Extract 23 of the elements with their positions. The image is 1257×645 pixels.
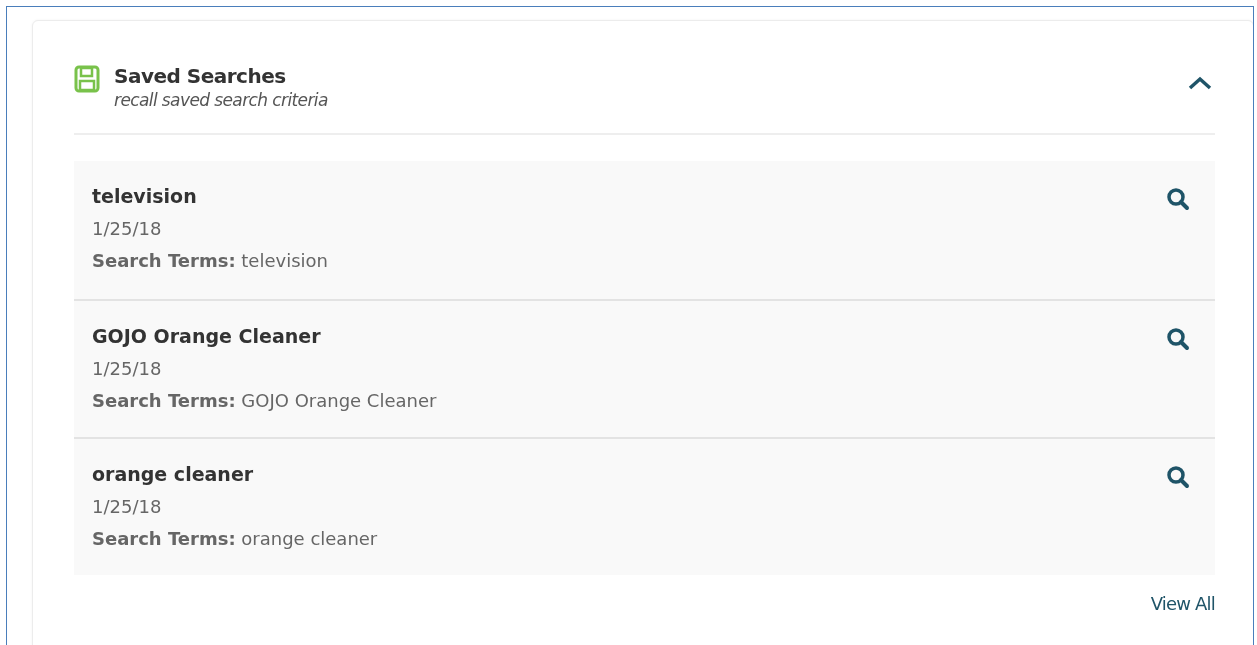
search-icon: [1166, 327, 1190, 351]
chevron-up-icon: [1187, 75, 1213, 91]
collapse-toggle[interactable]: [1187, 75, 1213, 91]
saved-search-row[interactable]: television 1/25/18 Search Terms: television: [74, 161, 1215, 299]
search-button[interactable]: [1166, 327, 1190, 351]
search-terms: Search Terms: television: [92, 249, 329, 273]
search-icon: [1166, 187, 1190, 211]
view-all-link[interactable]: View All: [1150, 593, 1215, 614]
panel-title: Saved Searches: [114, 63, 287, 89]
search-button[interactable]: [1166, 187, 1190, 211]
search-date: 1/25/18: [92, 357, 163, 381]
search-terms: Search Terms: orange cleaner: [92, 527, 379, 551]
search-name: GOJO Orange Cleaner: [92, 324, 322, 349]
saved-search-row[interactable]: GOJO Orange Cleaner 1/25/18 Search Terms: GOJO Orange Cleaner: [74, 299, 1215, 437]
search-icon: [1166, 465, 1190, 489]
search-date: 1/25/18: [92, 217, 163, 241]
panel-subtitle: recall saved search criteria: [114, 89, 329, 111]
search-button[interactable]: [1166, 465, 1190, 489]
search-date: 1/25/18: [92, 495, 163, 519]
search-name: television: [92, 184, 198, 209]
saved-search-row[interactable]: orange cleaner 1/25/18 Search Terms: orange cleaner: [74, 437, 1215, 575]
search-name: orange cleaner: [92, 462, 255, 487]
search-terms: Search Terms: GOJO Orange Cleaner: [92, 389, 438, 413]
